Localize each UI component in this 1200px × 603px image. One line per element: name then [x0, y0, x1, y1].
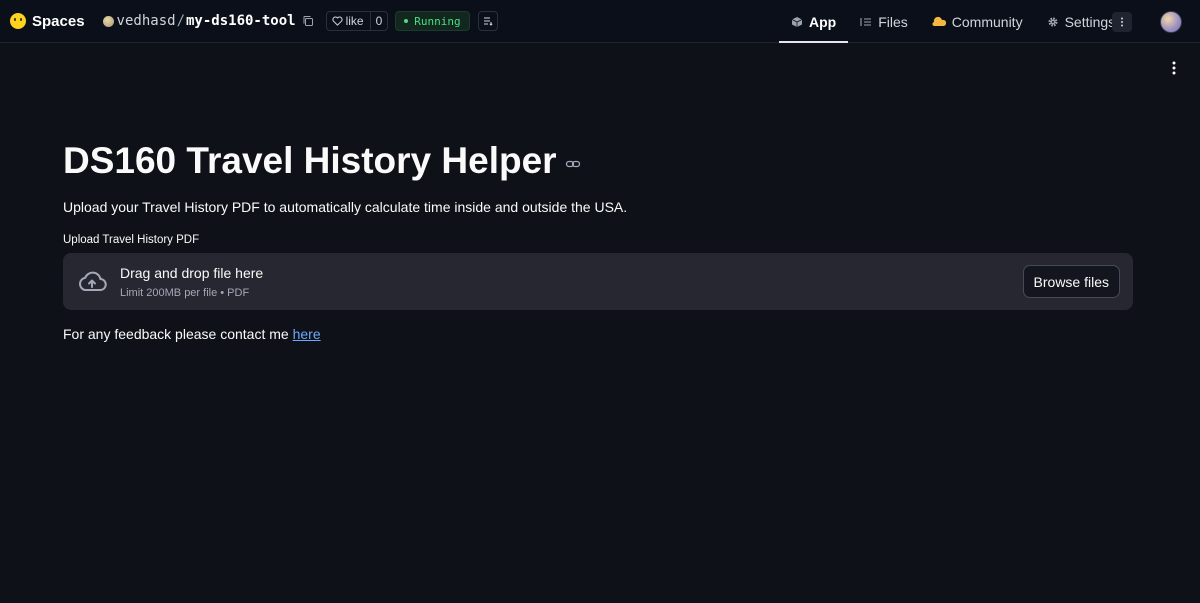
- browse-files-button[interactable]: Browse files: [1022, 265, 1120, 298]
- user-avatar[interactable]: [1160, 11, 1182, 33]
- cloud-upload-icon: [79, 271, 107, 291]
- drag-drop-text: Drag and drop file here: [120, 264, 264, 281]
- tab-community-label: Community: [951, 13, 1023, 30]
- path-separator: /: [176, 13, 185, 29]
- more-options-button[interactable]: [1112, 12, 1132, 32]
- like-button[interactable]: like: [327, 14, 370, 28]
- hugging-face-logo-icon: [10, 13, 26, 29]
- heart-icon: [332, 16, 343, 26]
- top-navigation-bar: Spaces vedhasd / my-ds160-tool like 0 Ru…: [0, 0, 1200, 43]
- feedback-message: For any feedback please contact me: [63, 326, 293, 342]
- vertical-dots-icon: [1172, 61, 1176, 75]
- dropzone-instructions: Drag and drop file here Limit 200MB per …: [120, 265, 263, 299]
- status-badge: Running: [395, 11, 470, 31]
- file-dropzone[interactable]: Drag and drop file here Limit 200MB per …: [63, 253, 1133, 310]
- space-name-link[interactable]: my-ds160-tool: [186, 13, 296, 29]
- page-description: Upload your Travel History PDF to automa…: [63, 199, 628, 215]
- file-limit-text: Limit 200MB per file • PDF: [120, 286, 250, 299]
- like-label: like: [345, 14, 364, 28]
- tab-community[interactable]: Community: [920, 0, 1035, 43]
- community-icon: [932, 16, 946, 26]
- feedback-text: For any feedback please contact me here: [63, 326, 1133, 342]
- status-label: Running: [414, 14, 461, 28]
- logs-button[interactable]: [477, 11, 498, 31]
- title-row: DS160 Travel History Helper: [63, 136, 1133, 186]
- space-repo-path: vedhasd / my-ds160-tool: [102, 13, 314, 29]
- uploader-label: Upload Travel History PDF: [63, 234, 200, 246]
- owner-avatar[interactable]: [102, 15, 114, 27]
- logs-icon: [483, 17, 493, 26]
- feedback-contact-link[interactable]: here: [293, 326, 321, 342]
- space-tabs: App Files Community Settings: [779, 0, 1127, 43]
- like-widget: like 0: [325, 11, 389, 31]
- brand-label: Spaces: [32, 12, 85, 30]
- like-count[interactable]: 0: [369, 12, 388, 30]
- page-title: DS160 Travel History Helper: [63, 140, 557, 181]
- tab-settings-label: Settings: [1064, 13, 1116, 30]
- gear-icon: [1048, 17, 1058, 26]
- status-dot-icon: [404, 19, 409, 23]
- tab-app[interactable]: App: [779, 0, 849, 43]
- tab-files[interactable]: Files: [848, 0, 920, 43]
- app-menu-button[interactable]: [1166, 60, 1182, 76]
- cube-icon: [791, 16, 803, 27]
- owner-link[interactable]: vedhasd: [117, 13, 176, 29]
- app-main-content: DS160 Travel History Helper Upload your …: [63, 136, 1133, 342]
- spaces-brand-link[interactable]: Spaces: [10, 13, 85, 30]
- tab-files-label: Files: [878, 13, 908, 30]
- vertical-dots-icon: [1121, 17, 1123, 27]
- link-icon[interactable]: [565, 156, 581, 172]
- copy-icon[interactable]: [302, 15, 314, 27]
- files-icon: [860, 17, 872, 26]
- tab-app-label: App: [809, 13, 837, 30]
